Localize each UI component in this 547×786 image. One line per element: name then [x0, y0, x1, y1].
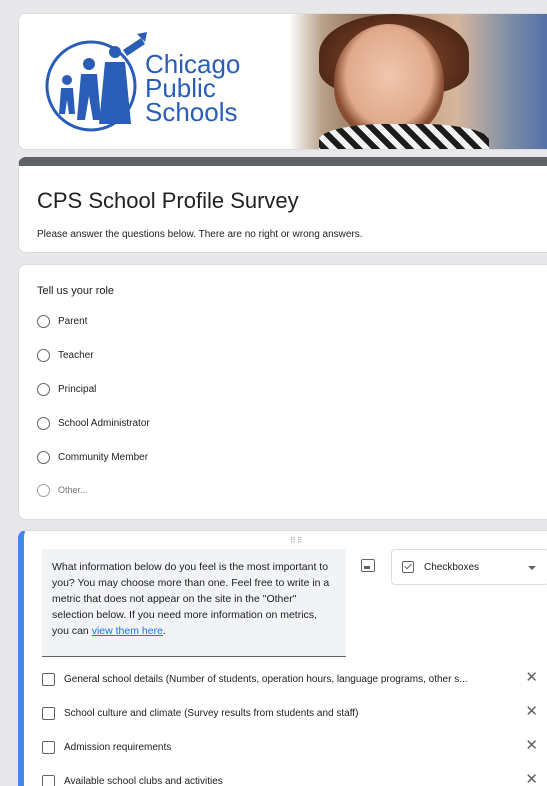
checkbox-option[interactable]: General school details (Number of studen… [42, 670, 542, 687]
question-card-role[interactable]: Tell us your role Parent Teacher Princip… [18, 264, 547, 520]
question-title: Tell us your role [37, 285, 115, 297]
form-title-card[interactable]: CPS School Profile Survey Please answer … [18, 157, 547, 253]
option-label: Other... [58, 485, 88, 495]
radio-icon[interactable] [37, 382, 50, 396]
option-label: Community Member [58, 451, 149, 463]
cps-logo-text: Chicago Public Schools [145, 51, 240, 127]
radio-option-parent[interactable]: Parent [37, 313, 87, 329]
drag-handle-icon[interactable]: ⠿⠿ [290, 536, 304, 545]
remove-option-close-icon[interactable]: ✕ [525, 670, 538, 686]
chevron-down-icon [528, 566, 536, 570]
checkbox-option[interactable]: Admission requirements ✕ [42, 738, 542, 755]
radio-option-school-administrator[interactable]: School Administrator [37, 415, 150, 431]
form-title[interactable]: CPS School Profile Survey [37, 188, 299, 214]
radio-option-principal[interactable]: Principal [37, 381, 96, 397]
radio-icon[interactable] [37, 348, 50, 362]
option-label: Parent [58, 315, 88, 327]
checkbox-option[interactable]: Available school clubs and activities ✕ [42, 772, 542, 786]
remove-option-close-icon[interactable]: ✕ [525, 738, 538, 754]
radio-icon[interactable] [37, 416, 50, 430]
header-image: Chicago Public Schools [18, 13, 547, 150]
question-card-metrics-active[interactable]: ⠿⠿ What information below do you feel is… [18, 530, 547, 786]
checkbox-icon[interactable] [42, 672, 55, 686]
remove-option-close-icon[interactable]: ✕ [525, 772, 538, 786]
checkbox-option[interactable]: School culture and climate (Survey resul… [42, 704, 542, 721]
option-label: Teacher [58, 349, 94, 361]
logo-line: Schools [145, 97, 238, 127]
metrics-link[interactable]: view them here [92, 625, 163, 637]
question-type-dropdown[interactable]: Checkboxes [391, 549, 547, 585]
radio-icon[interactable] [37, 450, 50, 464]
option-label-input[interactable]: School culture and climate (Survey resul… [64, 708, 482, 719]
form-description[interactable]: Please answer the questions below. There… [37, 229, 363, 240]
add-image-icon[interactable] [361, 559, 375, 572]
header-photo-face [334, 24, 444, 139]
option-label-input[interactable]: Admission requirements [64, 742, 482, 753]
header-photo-shirt [319, 124, 489, 149]
radio-option-other[interactable]: Other... [37, 482, 88, 498]
radio-icon[interactable] [37, 483, 50, 497]
radio-icon[interactable] [37, 314, 50, 328]
cps-logo: Chicago Public Schools [19, 14, 309, 149]
checkbox-type-icon [402, 561, 414, 573]
checkbox-icon[interactable] [42, 774, 55, 786]
question-type-label: Checkboxes [424, 561, 480, 573]
radio-option-teacher[interactable]: Teacher [37, 347, 94, 363]
option-label: Principal [58, 383, 97, 395]
question-title-input[interactable]: What information below do you feel is th… [42, 549, 346, 657]
checkbox-icon[interactable] [42, 706, 55, 720]
remove-option-close-icon[interactable]: ✕ [525, 704, 538, 720]
option-label-input[interactable]: General school details (Number of studen… [64, 674, 482, 685]
cps-logo-mark-icon [45, 32, 147, 132]
option-label-input[interactable]: Available school clubs and activities [64, 776, 482, 786]
radio-option-community-member[interactable]: Community Member [37, 449, 148, 465]
checkbox-icon[interactable] [42, 740, 55, 754]
option-label: School Administrator [58, 417, 150, 429]
question-text-end: . [162, 625, 166, 637]
